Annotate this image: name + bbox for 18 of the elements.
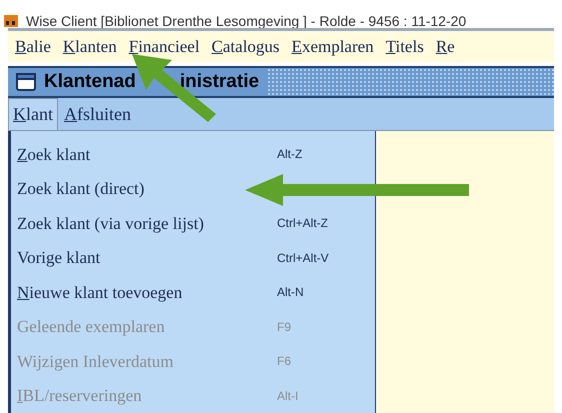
- window-icon: [16, 73, 36, 92]
- menu-item[interactable]: Balie: [14, 34, 52, 60]
- menu-item[interactable]: Financieel: [128, 34, 201, 60]
- menu-tab[interactable]: Afsluiten: [58, 98, 137, 130]
- menu-tab[interactable]: Klant: [8, 98, 58, 130]
- panel-title: inistratie: [180, 70, 260, 94]
- menu-option[interactable]: Zoek klant (direct): [17, 172, 144, 206]
- menu-option[interactable]: Zoek klant Alt-Z: [17, 137, 302, 172]
- app-icon: [4, 14, 18, 27]
- menu-option[interactable]: Nieuwe klant toevoegen Alt-N: [17, 275, 304, 310]
- menu-option[interactable]: Zoek klant (via vorige lijst) Ctrl+Alt-Z: [17, 206, 328, 241]
- panel-title: Klantenad: [44, 70, 136, 94]
- menu-item[interactable]: Re: [434, 34, 456, 60]
- menu-item[interactable]: Klanten: [62, 34, 118, 60]
- menu-item[interactable]: Titels: [384, 34, 425, 60]
- menu-item[interactable]: Catalogus: [210, 34, 281, 60]
- menu-option[interactable]: Vorige klant Ctrl+Alt-V: [17, 240, 329, 276]
- menu-item[interactable]: Exemplaren: [290, 34, 375, 60]
